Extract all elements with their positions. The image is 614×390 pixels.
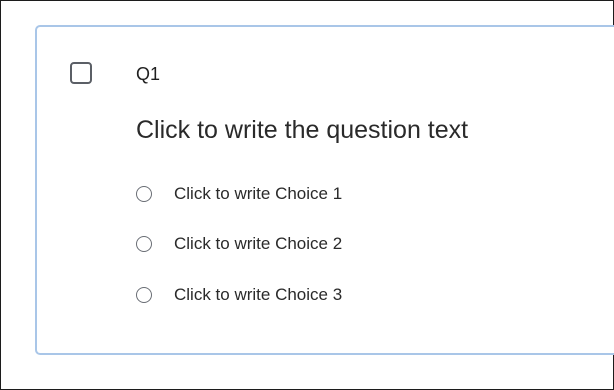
choice-option-3[interactable]: Click to write Choice 3 (136, 283, 342, 307)
radio-icon[interactable] (136, 236, 152, 252)
choice-label-1[interactable]: Click to write Choice 1 (174, 182, 342, 206)
question-id-label: Q1 (136, 64, 161, 84)
choice-option-2[interactable]: Click to write Choice 2 (136, 232, 342, 256)
choice-label-3[interactable]: Click to write Choice 3 (174, 283, 342, 307)
choice-option-1[interactable]: Click to write Choice 1 (136, 182, 342, 206)
screenshot-frame: Q1 Click to write the question text Clic… (0, 0, 614, 390)
select-question-checkbox[interactable] (70, 62, 92, 84)
radio-icon[interactable] (136, 186, 152, 202)
question-card[interactable]: Q1 Click to write the question text Clic… (35, 25, 614, 355)
choice-label-2[interactable]: Click to write Choice 2 (174, 232, 342, 256)
question-text[interactable]: Click to write the question text (136, 115, 468, 145)
radio-icon[interactable] (136, 287, 152, 303)
